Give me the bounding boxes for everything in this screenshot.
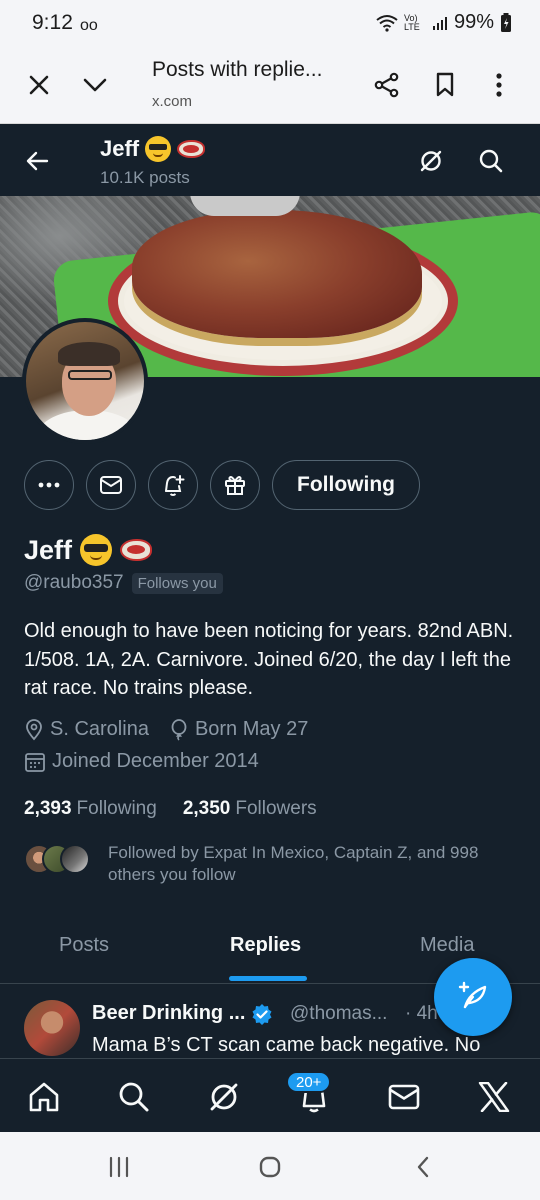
location: S. Carolina bbox=[24, 718, 149, 741]
profile-handle-row: @raubo357 Follows you bbox=[24, 572, 223, 594]
chevron-down-icon[interactable] bbox=[80, 70, 110, 100]
tweet-author-name: Beer Drinking ... bbox=[92, 1002, 246, 1024]
system-nav-bar bbox=[0, 1132, 540, 1200]
header-name: Jeff bbox=[100, 136, 206, 162]
calendar-icon bbox=[25, 752, 45, 772]
browser-domain[interactable]: x.com bbox=[152, 93, 192, 110]
tweet-text: Mama B’s CT scan came back negative. No bbox=[92, 1034, 481, 1056]
more-horizontal-icon bbox=[38, 482, 60, 488]
profile-handle: @raubo357 bbox=[24, 572, 124, 593]
header-posts-count: 10.1K posts bbox=[100, 168, 190, 187]
profile-actions: Following bbox=[24, 460, 420, 510]
profile-header: Jeff 10.1K posts bbox=[0, 124, 540, 196]
notification-count-badge: 20+ bbox=[286, 1071, 332, 1093]
wifi-icon bbox=[376, 14, 398, 32]
followed-by-text: Followed by Expat In Mexico, Captain Z, … bbox=[108, 843, 479, 884]
messages-icon[interactable] bbox=[384, 1077, 424, 1117]
joined-text: Joined December 2014 bbox=[52, 750, 259, 772]
more-vertical-icon[interactable] bbox=[484, 70, 514, 100]
notify-button[interactable] bbox=[148, 460, 198, 510]
browser-page-title[interactable]: Posts with replie... bbox=[152, 58, 322, 82]
tweet-time: · 4h bbox=[405, 1003, 438, 1024]
tweet-handle: @thomas... bbox=[290, 1003, 388, 1024]
following-button[interactable]: Following bbox=[272, 460, 420, 510]
network-label: Vo) LTE bbox=[403, 12, 420, 32]
follow-counts: 2,393 Following 2,350 Followers bbox=[24, 798, 317, 820]
display-name-text: Jeff bbox=[24, 534, 73, 565]
message-icon bbox=[100, 476, 122, 494]
signal-icon bbox=[432, 16, 447, 30]
following-link[interactable]: 2,393 Following bbox=[24, 798, 157, 820]
banner-roast bbox=[132, 210, 422, 338]
status-indicators: Vo) LTE 99% bbox=[376, 11, 512, 34]
search-icon[interactable] bbox=[114, 1077, 154, 1117]
gift-button[interactable] bbox=[210, 460, 260, 510]
status-bar: 9:12 oo Vo) LTE 99% bbox=[0, 0, 540, 46]
bookmark-icon[interactable] bbox=[430, 70, 460, 100]
recent-apps-icon[interactable] bbox=[104, 1152, 134, 1182]
verified-badge-icon bbox=[252, 1003, 272, 1025]
location-pin-icon bbox=[26, 718, 42, 740]
header-name-text: Jeff bbox=[100, 136, 140, 161]
steak-emoji bbox=[120, 539, 153, 561]
avatar-hair bbox=[58, 342, 120, 366]
home-icon[interactable] bbox=[24, 1077, 64, 1117]
profile-meta-row: S. Carolina Born May 27 bbox=[24, 718, 308, 741]
back-arrow-icon[interactable] bbox=[20, 144, 54, 178]
notification-add-icon bbox=[165, 475, 185, 496]
back-icon[interactable] bbox=[408, 1152, 438, 1182]
battery-percent: 99% bbox=[453, 11, 494, 33]
avatar-glasses bbox=[68, 370, 112, 380]
share-icon[interactable] bbox=[372, 70, 402, 100]
birthday: Born May 27 bbox=[169, 718, 308, 741]
close-icon[interactable] bbox=[24, 70, 54, 100]
avatar bbox=[60, 844, 90, 874]
battery-icon bbox=[501, 12, 511, 32]
avatar[interactable] bbox=[22, 318, 148, 444]
balloon-icon bbox=[171, 718, 187, 741]
search-icon[interactable] bbox=[474, 144, 508, 178]
voicemail-icon: oo bbox=[80, 17, 98, 34]
tab-media[interactable]: Media bbox=[420, 934, 474, 957]
birthday-text: Born May 27 bbox=[194, 718, 309, 740]
avatar[interactable] bbox=[24, 1000, 80, 1056]
profile-display-name: Jeff bbox=[24, 534, 153, 566]
active-tab-indicator bbox=[229, 976, 307, 981]
bottom-nav: 20+ bbox=[0, 1058, 540, 1132]
browser-toolbar: Posts with replie... x.com bbox=[0, 46, 540, 124]
profile-bio: Old enough to have been noticing for yea… bbox=[24, 620, 514, 699]
message-button[interactable] bbox=[86, 460, 136, 510]
tab-replies[interactable]: Replies bbox=[230, 934, 301, 957]
grok-icon[interactable] bbox=[414, 144, 448, 178]
location-text: S. Carolina bbox=[50, 718, 149, 740]
more-options-button[interactable] bbox=[24, 460, 74, 510]
home-button-icon[interactable] bbox=[255, 1152, 285, 1182]
compose-button[interactable] bbox=[434, 958, 512, 1036]
followed-by-avatars bbox=[24, 844, 94, 876]
followers-count: 2,350 bbox=[182, 798, 231, 819]
followers-link[interactable]: 2,350 Followers bbox=[183, 798, 317, 820]
banner-pot bbox=[190, 196, 300, 216]
compose-feather-icon bbox=[458, 981, 487, 1009]
tweet-author[interactable]: Beer Drinking ... bbox=[92, 1002, 273, 1025]
gift-icon bbox=[225, 476, 245, 495]
following-label: Following bbox=[76, 798, 157, 819]
follows-you-badge: Follows you bbox=[131, 572, 223, 594]
steak-emoji bbox=[177, 140, 206, 158]
x-logo-icon[interactable] bbox=[474, 1077, 514, 1117]
status-time: 9:12 bbox=[32, 11, 73, 34]
tab-posts[interactable]: Posts bbox=[59, 934, 109, 957]
joined: Joined December 2014 bbox=[24, 750, 259, 773]
followers-label: Followers bbox=[235, 798, 317, 819]
followed-by[interactable]: Followed by Expat In Mexico, Captain Z, … bbox=[24, 840, 524, 890]
sunglasses-emoji bbox=[80, 534, 113, 566]
sunglasses-emoji bbox=[145, 136, 172, 162]
following-count: 2,393 bbox=[24, 798, 72, 819]
grok-icon[interactable] bbox=[204, 1077, 244, 1117]
